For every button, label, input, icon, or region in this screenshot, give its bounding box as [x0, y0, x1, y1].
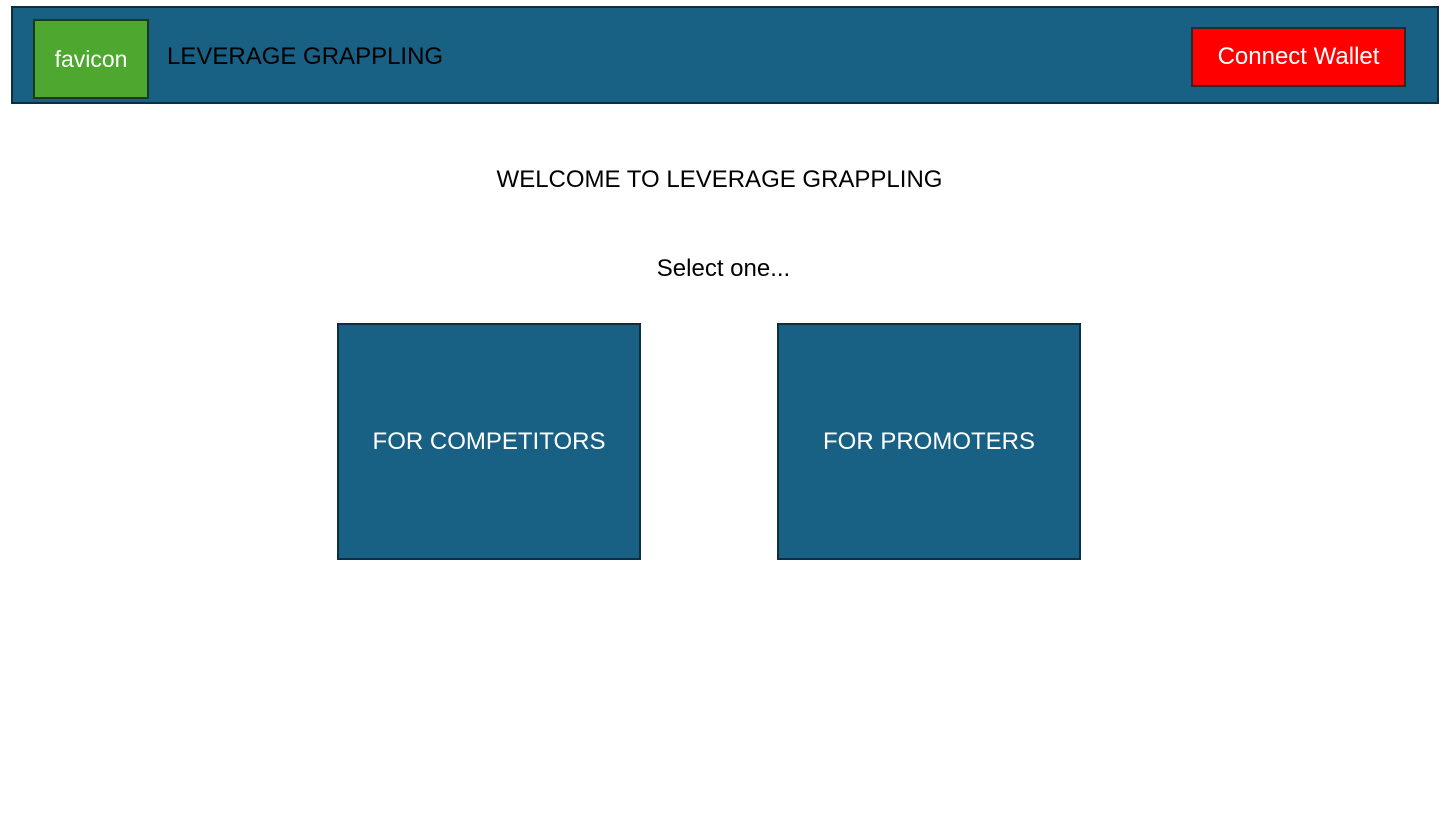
welcome-heading: WELCOME TO LEVERAGE GRAPPLING [496, 166, 943, 193]
top-navbar: favicon LEVERAGE GRAPPLING Connect Walle… [11, 6, 1439, 104]
select-prompt: Select one... [656, 255, 791, 282]
favicon-logo[interactable]: favicon [33, 19, 149, 99]
connect-wallet-button[interactable]: Connect Wallet [1191, 27, 1406, 87]
for-promoters-button[interactable]: FOR PROMOTERS [777, 323, 1081, 560]
site-title: LEVERAGE GRAPPLING [167, 43, 444, 70]
for-competitors-button[interactable]: FOR COMPETITORS [337, 323, 641, 560]
